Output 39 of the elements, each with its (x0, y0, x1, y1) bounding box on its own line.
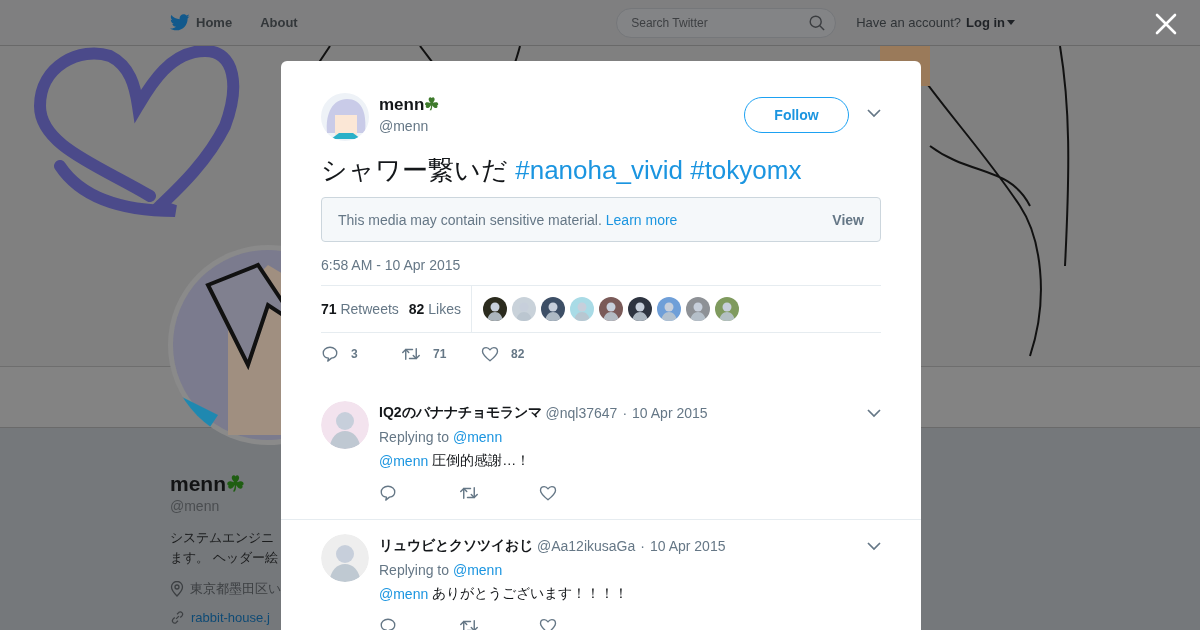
reply-author-handle[interactable]: @nql37647 (545, 405, 618, 421)
reply-date[interactable]: 10 Apr 2015 (632, 405, 708, 421)
reply-text: 圧倒的感謝…！ (432, 452, 531, 470)
reply-date[interactable]: 10 Apr 2015 (649, 538, 726, 554)
reply-icon[interactable] (379, 617, 397, 630)
profile-name: menn☘ (170, 472, 246, 496)
reply-icon[interactable] (379, 484, 397, 502)
location-icon (170, 581, 184, 597)
separator-dot: · (622, 405, 628, 421)
mention-link[interactable]: @menn (452, 562, 503, 578)
close-icon[interactable] (1155, 13, 1177, 35)
login-link[interactable]: Log in (966, 15, 1015, 30)
nav-link[interactable]: About (260, 15, 298, 30)
reply-author-name[interactable]: リュウビとクソツイおじ (379, 537, 533, 555)
account-prompt: Have an account? (856, 15, 961, 30)
replying-to-label: Replying to (379, 562, 450, 578)
profile-url[interactable]: rabbit-house.j (191, 610, 270, 625)
link-icon (170, 610, 185, 625)
mention-link[interactable]: @menn (452, 429, 503, 445)
replying-to-label: Replying to (379, 429, 450, 445)
like-icon[interactable] (539, 617, 557, 630)
search-input[interactable]: Search Twitter (629, 14, 810, 31)
reply-text: ありがとうございます！！！！ (432, 585, 629, 603)
bird-icon (170, 14, 190, 31)
separator-dot: · (640, 538, 645, 554)
search-bar[interactable]: Search Twitter (616, 7, 837, 38)
reply-author-handle[interactable]: @Aa12ikusaGa (537, 538, 636, 554)
reply-author-name[interactable]: IQ2のバナナチョモランマ (379, 404, 542, 422)
mention-link[interactable]: @menn (379, 453, 429, 469)
mention-link[interactable]: @menn (379, 586, 429, 602)
chevron-icon[interactable] (867, 408, 881, 418)
profile-bio: システムエンジニ ます。 ヘッダー絵 (170, 529, 279, 567)
retweet-icon[interactable] (459, 617, 479, 630)
like-icon[interactable] (539, 484, 557, 502)
search-icon[interactable] (809, 14, 826, 31)
caret-icon (1007, 20, 1015, 25)
retweet-icon[interactable] (459, 484, 479, 502)
chevron-icon[interactable] (867, 541, 881, 551)
nav-link[interactable]: Home (170, 14, 233, 31)
